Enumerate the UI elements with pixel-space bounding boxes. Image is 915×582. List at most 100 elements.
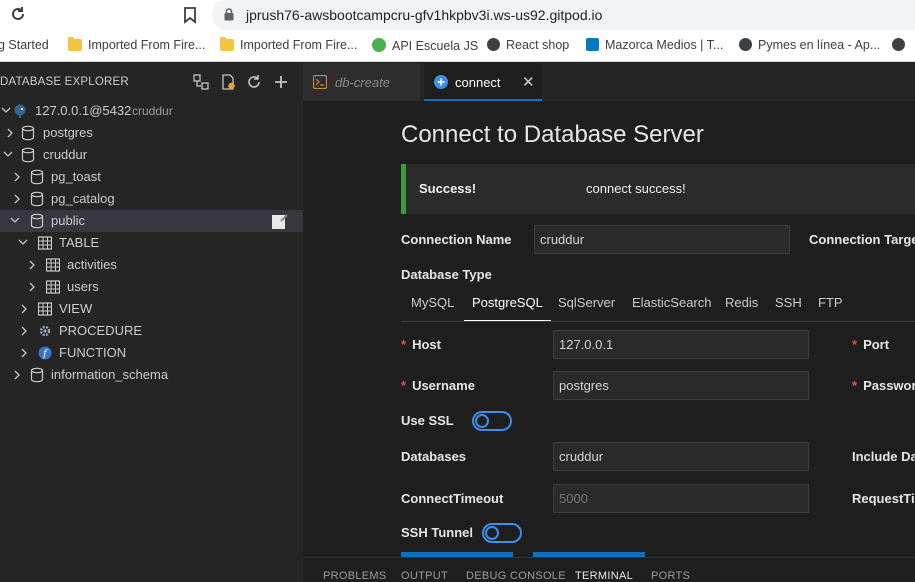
chevron-down-icon[interactable] <box>3 148 13 162</box>
required-mark: * <box>852 337 858 352</box>
tree-schema-public[interactable]: public <box>0 210 303 232</box>
table-grid-icon <box>45 257 61 273</box>
tree-label: activities <box>67 257 117 272</box>
toggle-knob <box>475 414 489 428</box>
table-grid-icon <box>37 235 53 251</box>
close-icon[interactable]: ✕ <box>522 73 535 91</box>
bookmark-label: Pymes en línea - Ap... <box>758 38 881 52</box>
chevron-down-icon[interactable] <box>18 236 28 250</box>
tree-group-view[interactable]: VIEW <box>0 298 303 320</box>
add-connection-icon[interactable] <box>273 74 289 90</box>
chevron-right-icon[interactable] <box>19 302 29 316</box>
host-input[interactable] <box>553 330 809 359</box>
folder-icon <box>220 37 234 51</box>
tree-group-table[interactable]: TABLE <box>0 232 303 254</box>
ide-window: DATABASE EXPLORER 127.0.0.1@5432 cruddur <box>0 63 915 582</box>
db-type-elasticsearch[interactable]: ElasticSearch <box>632 295 711 321</box>
tree-db-postgres[interactable]: postgres <box>0 122 303 144</box>
alert-title: Success! <box>419 181 477 196</box>
panel-tab-terminal[interactable]: TERMINAL <box>575 570 633 582</box>
bottom-panel: PROBLEMS OUTPUT DEBUG CONSOLE TERMINAL P… <box>303 557 915 582</box>
username-label: * Username <box>401 378 475 393</box>
chevron-down-icon[interactable] <box>1 104 11 118</box>
connections-icon[interactable] <box>193 74 209 90</box>
edit-icon[interactable] <box>271 212 289 230</box>
alert-message: connect success! <box>586 181 686 196</box>
bookmark-get-started[interactable]: g Started <box>0 38 49 54</box>
db-type-mysql[interactable]: MySQL <box>411 295 454 321</box>
url-text: jprush76-awsbootcampcru-gfv1hkpbv3i.ws-u… <box>246 7 603 23</box>
tree-schema-information[interactable]: information_schema <box>0 364 303 386</box>
sidebar-title: DATABASE EXPLORER <box>0 76 129 88</box>
toggle-knob <box>485 526 499 540</box>
chevron-right-icon[interactable] <box>12 170 22 184</box>
username-input[interactable] <box>553 371 809 400</box>
database-icon <box>30 367 44 383</box>
reload-icon[interactable] <box>8 5 28 25</box>
panel-tab-output[interactable]: OUTPUT <box>401 570 448 582</box>
bookmark-imported-1[interactable]: Imported From Fire... <box>68 37 206 54</box>
tree-table-users[interactable]: users <box>0 276 303 298</box>
bookmark-pymes[interactable]: Pymes en línea - Ap... <box>739 38 880 54</box>
panel-tab-debug-console[interactable]: DEBUG CONSOLE <box>466 570 566 582</box>
database-icon <box>30 213 44 229</box>
tab-db-create[interactable]: db-create <box>303 63 420 101</box>
address-bar[interactable]: jprush76-awsbootcampcru-gfv1hkpbv3i.ws-u… <box>212 0 915 30</box>
db-type-sqlserver[interactable]: SqlServer <box>558 295 615 321</box>
refresh-icon[interactable] <box>246 74 262 90</box>
db-type-ssh[interactable]: SSH <box>775 295 802 321</box>
folder-icon <box>68 37 82 51</box>
bookmark-react-shop[interactable]: React shop <box>487 38 569 54</box>
databases-label: Databases <box>401 449 467 464</box>
chevron-right-icon[interactable] <box>12 368 22 382</box>
tab-connect[interactable]: connect ✕ <box>424 63 542 101</box>
required-mark: * <box>401 337 407 352</box>
tree-table-activities[interactable]: activities <box>0 254 303 276</box>
bookmark-more[interactable] <box>892 38 911 54</box>
bookmark-label: Imported From Fire... <box>88 38 206 52</box>
tree-group-procedure[interactable]: PROCEDURE <box>0 320 303 342</box>
panel-tab-problems[interactable]: PROBLEMS <box>323 570 387 582</box>
postgresql-elephant-icon <box>13 103 27 119</box>
tree-label: FUNCTION <box>59 345 127 360</box>
databases-input[interactable] <box>553 442 809 471</box>
chevron-down-icon[interactable] <box>10 214 20 228</box>
tree-schema-pg-catalog[interactable]: pg_catalog <box>0 188 303 210</box>
db-type-redis[interactable]: Redis <box>725 295 758 321</box>
bookmark-imported-2[interactable]: Imported From Fire... <box>220 37 357 54</box>
bookmark-label: Mazorca Medios | T... <box>605 38 724 52</box>
connect-form: Connect to Database Server Success! conn… <box>303 101 915 557</box>
bookmark-api-escuela[interactable]: API Escuela JS <box>372 38 478 54</box>
chevron-right-icon[interactable] <box>27 280 37 294</box>
lock-icon <box>224 8 234 21</box>
connect-timeout-input[interactable] <box>553 484 809 513</box>
connection-detail: cruddur <box>132 104 173 118</box>
chevron-right-icon[interactable] <box>5 126 15 140</box>
panel-tab-ports[interactable]: PORTS <box>651 570 690 582</box>
chevron-right-icon[interactable] <box>12 192 22 206</box>
bookmark-mazorca[interactable]: Mazorca Medios | T... <box>586 38 723 54</box>
database-type-tabs: MySQL PostgreSQL SqlServer ElasticSearch… <box>401 289 915 322</box>
chevron-right-icon[interactable] <box>19 324 29 338</box>
tree-label: VIEW <box>59 301 93 316</box>
chevron-right-icon[interactable] <box>27 258 37 272</box>
tree-group-function[interactable]: f FUNCTION <box>0 342 303 364</box>
tree-db-cruddur[interactable]: cruddur <box>0 144 303 166</box>
database-icon <box>30 169 44 185</box>
use-ssl-toggle[interactable] <box>472 411 512 431</box>
chevron-right-icon[interactable] <box>19 346 29 360</box>
bookmark-icon[interactable] <box>182 6 198 24</box>
password-label: * Password <box>852 378 915 393</box>
tab-label: db-create <box>335 75 390 90</box>
editor-tab-bar: db-create connect ✕ <box>303 63 915 101</box>
db-type-postgresql[interactable]: PostgreSQL <box>464 295 551 321</box>
tree-schema-pg-toast[interactable]: pg_toast <box>0 166 303 188</box>
ssh-tunnel-toggle[interactable] <box>482 523 522 543</box>
connection-name-input[interactable] <box>534 225 790 254</box>
connection-label: 127.0.0.1@5432 <box>35 103 132 118</box>
new-query-icon[interactable] <box>220 74 236 90</box>
gear-icon <box>38 323 52 339</box>
db-type-ftp[interactable]: FTP <box>818 295 843 321</box>
required-mark: * <box>852 378 858 393</box>
tree-connection[interactable]: 127.0.0.1@5432 cruddur <box>0 100 303 122</box>
